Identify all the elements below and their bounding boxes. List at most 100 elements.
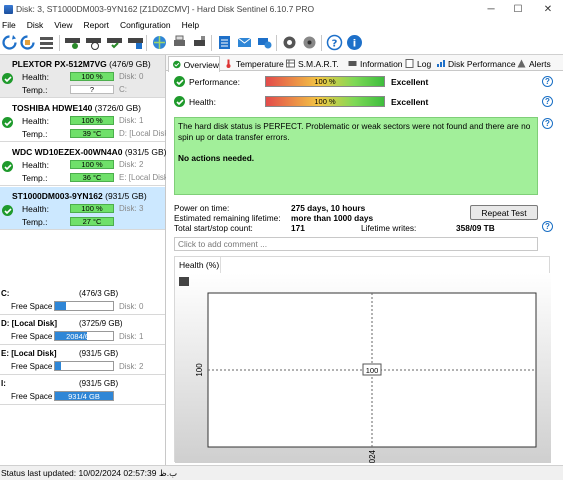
start-stop-value: 171 xyxy=(291,223,305,233)
toolbar: ? i xyxy=(0,31,563,55)
free-space-label: Free Space xyxy=(11,362,53,371)
disk-clock-icon[interactable] xyxy=(85,34,102,51)
status-message-box: The hard disk status is PERFECT. Problem… xyxy=(174,117,538,195)
free-space-bar: 90/1 GB xyxy=(54,301,114,311)
free-space-label: Free Space xyxy=(11,392,53,401)
menu-disk[interactable]: Disk xyxy=(27,20,44,30)
disk-entry-1[interactable]: TOSHIBA HDWE140 (3726/0 GB) Health: 100 … xyxy=(0,99,171,142)
tab-smart[interactable]: S.M.A.R.T. xyxy=(286,56,339,71)
help-icon[interactable]: ? xyxy=(326,34,343,51)
health-label: Health: xyxy=(22,116,49,126)
volume-entry-i[interactable]: I: (931/5 GB) Free Space 931/4 GB xyxy=(0,376,165,405)
repeat-test-button[interactable]: Repeat Test xyxy=(470,205,538,220)
minimize-button[interactable]: ─ xyxy=(478,0,504,18)
refresh-all-icon[interactable] xyxy=(19,34,36,51)
info-icon[interactable]: i xyxy=(346,34,363,51)
lifetime-label: Estimated remaining lifetime: xyxy=(174,213,281,223)
temp-value: 27 °C xyxy=(70,217,114,226)
network-email-icon[interactable] xyxy=(256,34,273,51)
volume-entry-d[interactable]: D: [Local Disk] (3725/9 GB) Free Space 2… xyxy=(0,316,165,345)
tab-log[interactable]: Log xyxy=(405,56,431,71)
volume-size: (931/5 GB) xyxy=(79,349,119,358)
health-bar: 100 % xyxy=(70,116,114,125)
health-bar: 100 % xyxy=(70,160,114,169)
tab-overview[interactable]: Overview xyxy=(168,56,220,72)
tab-temperature[interactable]: Temperature xyxy=(224,56,284,71)
volume-name: D: [Local Disk] xyxy=(1,319,58,328)
save-chart-icon[interactable] xyxy=(179,277,189,286)
maximize-button[interactable]: ☐ xyxy=(505,0,531,18)
free-space-bar: 2084/6 GB xyxy=(54,331,114,341)
volume-name: C: xyxy=(1,289,10,298)
volume-size: (3725/9 GB) xyxy=(79,319,123,328)
health-rating: Excellent xyxy=(391,97,429,107)
printer-icon[interactable] xyxy=(171,34,188,51)
globe-icon[interactable] xyxy=(151,34,168,51)
free-space-bar: 99/4 GB xyxy=(54,361,114,371)
health-chart-panel: Health (%) 10010/02/2024100 xyxy=(174,256,551,463)
start-stop-label: Total start/stop count: xyxy=(174,223,253,233)
tab-disk-performance[interactable]: Disk Performance xyxy=(436,56,516,71)
lifetime-writes-label: Lifetime writes: xyxy=(361,223,417,233)
menu-file[interactable]: File xyxy=(2,20,16,30)
volume-entry-e[interactable]: E: [Local Disk] (931/5 GB) Free Space 99… xyxy=(0,346,165,375)
refresh-icon[interactable] xyxy=(1,34,18,51)
tab-bar: Overview Temperature S.M.A.R.T. Informat… xyxy=(166,55,563,72)
disk-settings-icon[interactable] xyxy=(301,34,318,51)
disk-check-icon[interactable] xyxy=(106,34,123,51)
health-label: Health: xyxy=(189,97,216,107)
health-check-icon xyxy=(174,96,185,107)
tab-alerts[interactable]: Alerts xyxy=(517,56,551,71)
health-label: Health: xyxy=(22,72,49,82)
status-bar-text: Status last updated: 10/02/2024 02:57:39… xyxy=(1,467,178,478)
health-label: Health: xyxy=(22,160,49,170)
save-report-icon[interactable] xyxy=(191,34,208,51)
disk-test-icon[interactable] xyxy=(64,34,81,51)
close-button[interactable]: ✕ xyxy=(535,0,561,18)
status-help-icon[interactable]: ? xyxy=(542,118,553,129)
disk-volumes: C: xyxy=(119,85,127,94)
notepad-icon[interactable] xyxy=(216,34,233,51)
disk-entry-3[interactable]: ST1000DM003-9YN162 (931/5 GB) Health: 10… xyxy=(0,187,165,230)
performance-bar: 100 % xyxy=(265,76,385,87)
disk-name: PLEXTOR PX-512M7VG (476/9 GB) xyxy=(12,59,151,69)
check-icon xyxy=(2,117,13,128)
disk-entry-2[interactable]: WDC WD10EZEX-00WN4A0 (931/5 GB) Health: … xyxy=(0,143,170,186)
temp-label: Temp.: xyxy=(22,173,48,183)
temp-value: 39 °C xyxy=(70,129,114,138)
settings-gear-icon[interactable] xyxy=(281,34,298,51)
volume-name: E: [Local Disk] xyxy=(1,349,57,358)
menu-bar: File Disk View Report Configuration Help xyxy=(0,18,563,31)
performance-help-icon[interactable]: ? xyxy=(542,76,553,87)
menu-help[interactable]: Help xyxy=(182,20,199,30)
free-space-bar: 931/4 GB xyxy=(54,391,114,401)
status-bar: Status last updated: 10/02/2024 02:57:39… xyxy=(0,465,563,480)
disk-report-icon[interactable] xyxy=(127,34,144,51)
volume-entry-c[interactable]: C: (476/3 GB) Free Space 90/1 GB Disk: 0 xyxy=(0,286,165,315)
menu-view[interactable]: View xyxy=(54,20,72,30)
status-text: The hard disk status is PERFECT. Problem… xyxy=(178,121,531,142)
email-icon[interactable] xyxy=(236,34,253,51)
disk-volumes: E: [Local Disk] xyxy=(119,173,171,182)
volume-name: I: xyxy=(1,379,6,388)
health-bar: 100 % xyxy=(70,72,114,81)
tab-information[interactable]: Information xyxy=(348,56,403,71)
disk-list-icon[interactable] xyxy=(38,34,55,51)
temp-label: Temp.: xyxy=(22,129,48,139)
disk-index: Disk: 3 xyxy=(119,204,144,213)
health-help-icon[interactable]: ? xyxy=(542,96,553,107)
free-space-label: Free Space xyxy=(11,302,53,311)
power-on-label: Power on time: xyxy=(174,203,230,213)
disk-entry-0[interactable]: PLEXTOR PX-512M7VG (476/9 GB) Health: 10… xyxy=(0,55,165,98)
check-icon xyxy=(173,60,181,69)
volume-disk: Disk: 1 xyxy=(119,332,144,341)
alert-icon xyxy=(517,59,526,68)
thermometer-icon xyxy=(226,59,231,68)
menu-report[interactable]: Report xyxy=(84,20,110,30)
comment-input[interactable]: Click to add comment ... xyxy=(174,237,538,251)
svg-text:i: i xyxy=(353,39,356,50)
temp-label: Temp.: xyxy=(22,217,48,227)
menu-configuration[interactable]: Configuration xyxy=(120,20,171,30)
info-help-icon[interactable]: ? xyxy=(542,221,553,232)
chart-y-tick-label: 100 xyxy=(195,363,204,377)
